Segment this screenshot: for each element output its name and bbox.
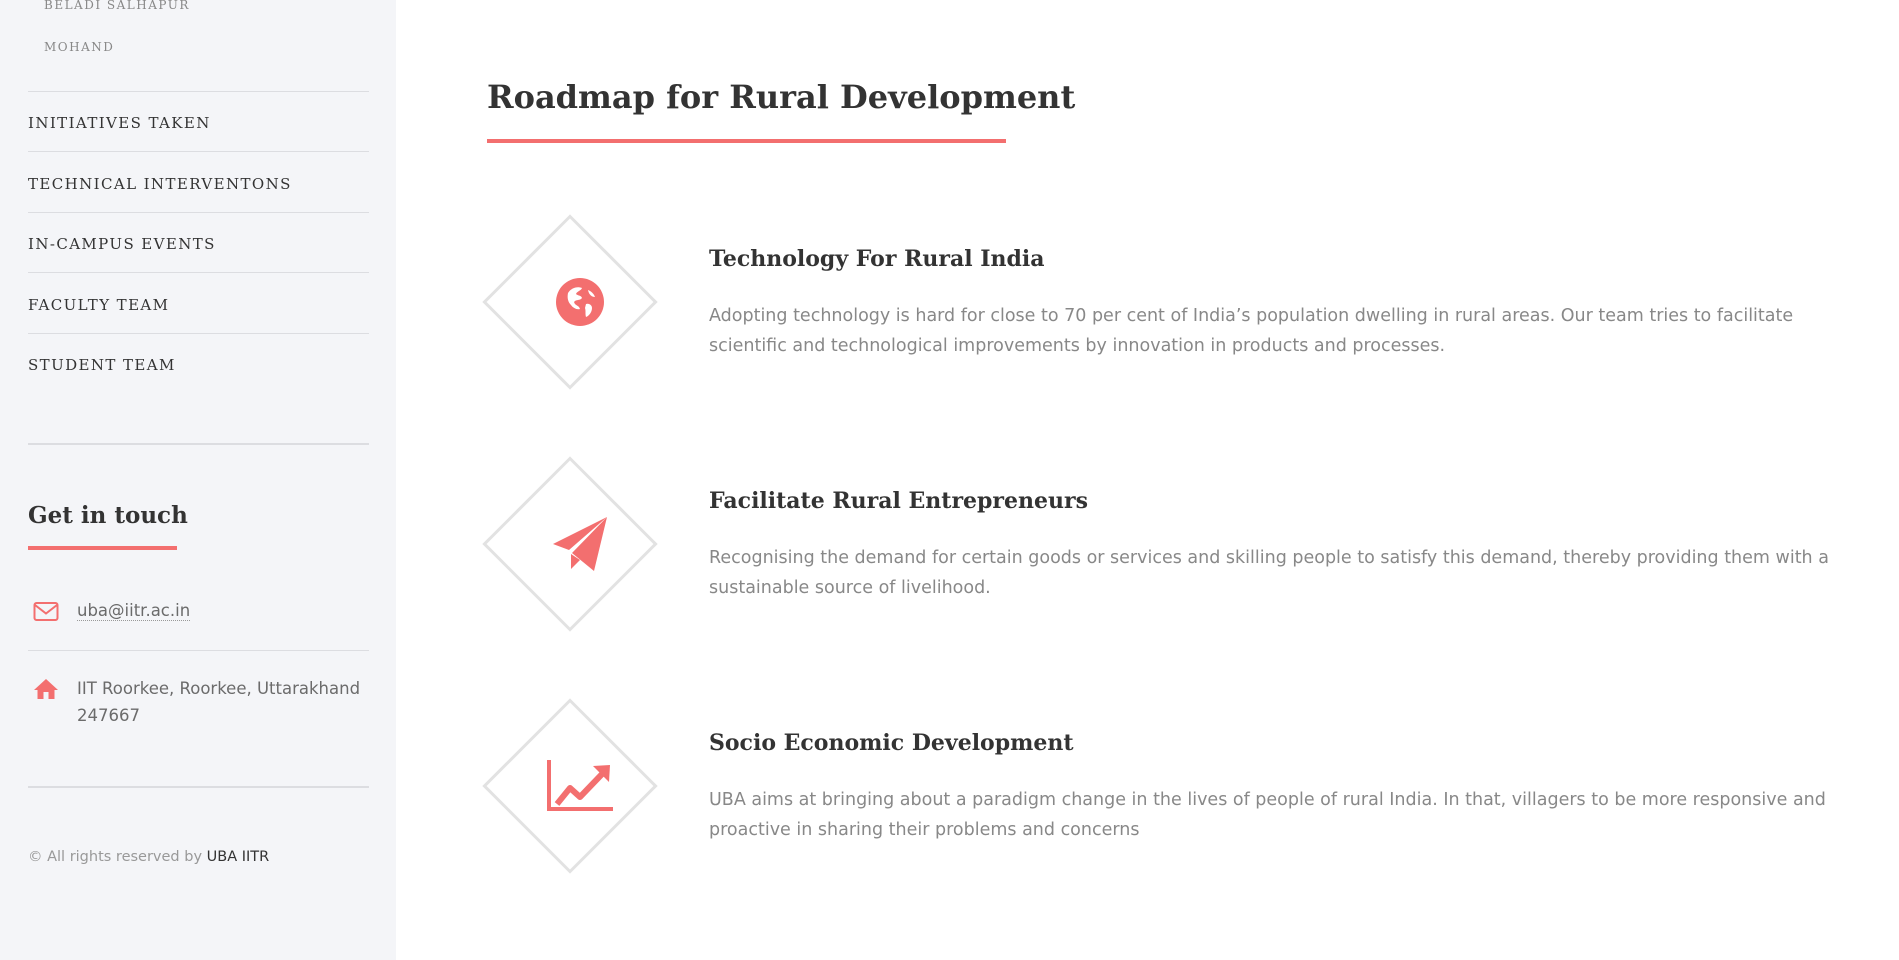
address-line-2: 247667 xyxy=(77,706,140,725)
copyright-prefix: © All rights reserved by xyxy=(28,849,203,865)
email-link[interactable]: uba@iitr.ac.in xyxy=(77,597,191,624)
section-divider xyxy=(28,786,369,788)
address-block: IIT Roorkee, Roorkee, Uttarakhand 247667 xyxy=(77,675,360,729)
trend-chart-icon xyxy=(538,744,622,828)
nav-divider xyxy=(28,91,369,92)
page-title-underline xyxy=(487,139,1006,143)
nav-divider xyxy=(28,272,369,273)
feature-title-entrepreneurs: Facilitate Rural Entrepreneurs xyxy=(709,488,1088,514)
sidebar-item-faculty-team[interactable]: FACULTY TEAM xyxy=(28,296,169,314)
sidebar: BELADI SALHAPUR MOHAND INITIATIVES TAKEN… xyxy=(0,0,396,960)
contact-divider xyxy=(28,650,369,651)
feature-title-socio-economic: Socio Economic Development xyxy=(709,730,1074,756)
sidebar-item-in-campus-events[interactable]: IN-CAMPUS EVENTS xyxy=(28,235,216,253)
envelope-icon xyxy=(33,601,59,623)
home-icon xyxy=(33,678,59,700)
address-line-1: IIT Roorkee, Roorkee, Uttarakhand xyxy=(77,679,361,698)
page-title: Roadmap for Rural Development xyxy=(487,78,1076,116)
sidebar-subitem-beladi-salhapur[interactable]: BELADI SALHAPUR xyxy=(44,0,190,12)
feature-description-socio-economic: UBA aims at bringing about a paradigm ch… xyxy=(709,790,1826,840)
feature-description-entrepreneurs: Recognising the demand for certain goods… xyxy=(709,548,1829,598)
feature-title-technology: Technology For Rural India xyxy=(709,246,1045,272)
paper-plane-icon xyxy=(538,502,622,586)
get-in-touch-underline xyxy=(28,546,177,550)
copyright: © All rights reserved by UBA IITR xyxy=(28,849,269,865)
sidebar-item-technical-interventions[interactable]: TECHNICAL INTERVENTONS xyxy=(28,175,292,193)
email-address[interactable]: uba@iitr.ac.in xyxy=(77,601,191,621)
sidebar-item-initiatives-taken[interactable]: INITIATIVES TAKEN xyxy=(28,114,211,132)
feature-description-technology: Adopting technology is hard for close to… xyxy=(709,306,1794,356)
nav-divider xyxy=(28,151,369,152)
sidebar-item-student-team[interactable]: STUDENT TEAM xyxy=(28,356,176,374)
nav-divider xyxy=(28,333,369,334)
sidebar-subitem-mohand[interactable]: MOHAND xyxy=(44,40,114,54)
get-in-touch-title: Get in touch xyxy=(28,502,188,529)
nav-divider xyxy=(28,212,369,213)
section-divider xyxy=(28,443,369,445)
globe-icon xyxy=(538,260,622,344)
copyright-brand-link[interactable]: UBA IITR xyxy=(207,849,270,865)
